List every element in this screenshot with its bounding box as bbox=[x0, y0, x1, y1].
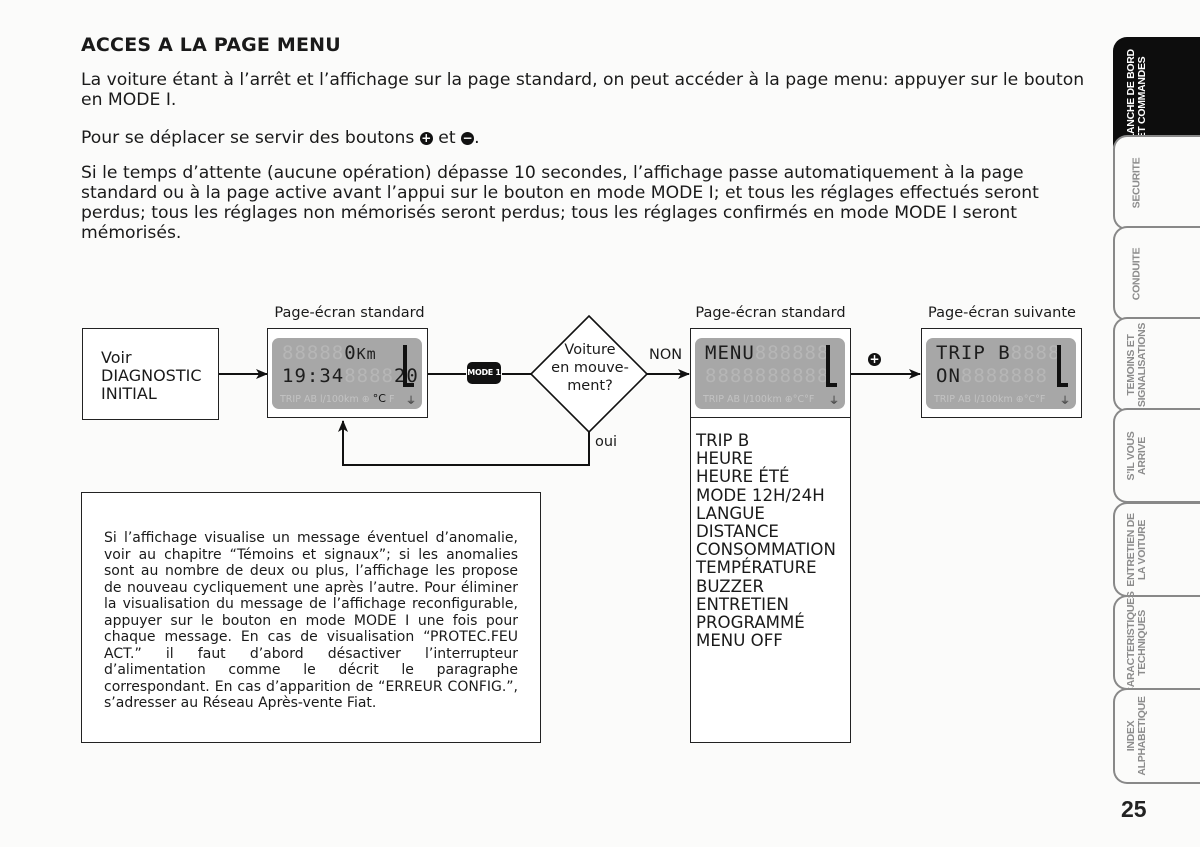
screen3-row2: ON8888888 bbox=[936, 365, 1048, 387]
decision-yes-label: oui bbox=[595, 434, 618, 450]
tab-label: SIGNALISATIONS bbox=[1136, 322, 1148, 407]
fuel-gauge-base bbox=[826, 383, 837, 387]
screen3-frame: TRIP B8888 ON8888888 TRIP AB l/100km ⊕°C… bbox=[921, 328, 1082, 418]
screen2-lcd: MENU888888 8888888888 TRIP AB l/100km ⊕°… bbox=[695, 338, 845, 409]
odometer-unit: Km bbox=[356, 345, 377, 363]
screen3-lcd: TRIP B8888 ON8888888 TRIP AB l/100km ⊕°C… bbox=[926, 338, 1076, 409]
start-box-line: Voir bbox=[101, 348, 132, 367]
menu-item: CONSOMMATION bbox=[696, 540, 836, 560]
fuel-gauge-base bbox=[1057, 383, 1068, 387]
lcd-ghost-segments: 88888 bbox=[282, 342, 345, 364]
lcd-ghost-segments: 8888 bbox=[1010, 342, 1061, 364]
trip-text: TRIP B bbox=[936, 342, 1011, 364]
tab-conduite[interactable]: CONDUITE bbox=[1113, 226, 1200, 321]
fuel-gauge-bar bbox=[403, 345, 407, 387]
lcd-ghost-segments: 888888 bbox=[754, 342, 830, 364]
screen1-row2: 19:34888820 bbox=[282, 365, 419, 387]
lcd-footer-ghost: TRIP AB l/100km ⊕ bbox=[280, 394, 370, 405]
menu-item: ENTRETIEN bbox=[696, 594, 789, 614]
menu-item: MODE 12H/24H bbox=[696, 485, 825, 505]
tab-label: ARRIVE bbox=[1136, 436, 1148, 475]
screen2-footer: TRIP AB l/100km ⊕°C°F bbox=[703, 394, 815, 405]
tab-label: CONDUITE bbox=[1130, 247, 1143, 300]
screen2-row2: 8888888888 bbox=[705, 365, 830, 387]
coolant-temp-icon: ⏚ bbox=[406, 396, 416, 407]
screen1-frame: 888880Km 19:34888820 TRIP AB l/100km ⊕ °… bbox=[267, 328, 428, 418]
tab-label: ALPHABETIQUE bbox=[1136, 696, 1148, 776]
screen2-row1: MENU888888 bbox=[705, 342, 829, 364]
menu-item: HEURE bbox=[696, 449, 754, 469]
arrow-decision-yes-loop bbox=[338, 420, 590, 466]
lcd-footer-ghost: F bbox=[388, 394, 395, 405]
screen1-footer: TRIP AB l/100km ⊕ °C F bbox=[280, 392, 394, 405]
start-box-diagnostic: Voir DIAGNOSTIC INITIAL bbox=[82, 328, 219, 420]
mode-1-button-icon: MODE 1 bbox=[467, 362, 501, 384]
menu-item: TRIP B bbox=[696, 431, 750, 450]
coolant-temp-icon: ⏚ bbox=[829, 396, 839, 407]
screen1-row1: 888880Km bbox=[282, 342, 377, 364]
fuel-gauge-base bbox=[403, 383, 414, 387]
menu-item: TEMPÉRATURE bbox=[696, 558, 817, 578]
screen2-caption: Page-écran standard bbox=[695, 305, 846, 321]
menu-item: BUZZER bbox=[696, 576, 764, 596]
screen3-caption: Page-écran suivante bbox=[928, 305, 1076, 321]
tab-temoins[interactable]: TEMOINS ET SIGNALISATIONS bbox=[1113, 317, 1200, 412]
screen3-footer: TRIP AB l/100km ⊕°C°F bbox=[934, 394, 1046, 405]
odometer-value: 0 bbox=[344, 342, 357, 364]
tab-sil-vous-arrive[interactable]: S’IL VOUS ARRIVE bbox=[1113, 408, 1200, 503]
menu-item: PROGRAMMÉ bbox=[696, 613, 805, 633]
menu-item: MENU OFF bbox=[696, 631, 783, 651]
page-number: 25 bbox=[1121, 796, 1147, 822]
coolant-temp-icon: ⏚ bbox=[1060, 396, 1070, 407]
fuel-gauge-bar bbox=[1057, 345, 1061, 387]
menu-item: DISTANCE bbox=[696, 522, 779, 542]
menu-text: MENU bbox=[705, 342, 755, 364]
tab-caracteristiques[interactable]: CARACTERISTIQUES TECHNIQUES bbox=[1113, 591, 1200, 694]
note-text: Si l’affichage visualise un message éven… bbox=[104, 530, 518, 711]
screen2-frame: MENU888888 8888888888 TRIP AB l/100km ⊕°… bbox=[690, 328, 851, 418]
fuel-gauge-bar bbox=[826, 345, 830, 387]
plus-button-icon: + bbox=[868, 352, 881, 366]
tab-index[interactable]: INDEX ALPHABETIQUE bbox=[1113, 688, 1200, 784]
decision-text: Voiture en mouve- ment? bbox=[540, 341, 640, 395]
screen3-row1: TRIP B8888 bbox=[936, 342, 1060, 364]
tab-securite[interactable]: SECURITE bbox=[1113, 135, 1200, 230]
screen1-caption: Page-écran standard bbox=[274, 305, 425, 321]
decision-line: ment? bbox=[567, 378, 613, 394]
temperature-unit: °C bbox=[372, 392, 386, 405]
tab-label: LA VOITURE bbox=[1136, 519, 1148, 580]
trip-status: ON bbox=[936, 365, 961, 387]
decision-line: Voiture bbox=[564, 342, 616, 358]
decision-no-label: NON bbox=[649, 347, 683, 363]
clock-value: 19:34 bbox=[282, 365, 345, 387]
tab-entretien[interactable]: ENTRETIEN DE LA VOITURE bbox=[1113, 502, 1200, 597]
tab-label: TECHNIQUES bbox=[1136, 609, 1148, 676]
start-box-line: INITIAL bbox=[101, 384, 157, 403]
tab-label: ET COMMANDES bbox=[1136, 56, 1148, 139]
lcd-ghost-segments: 8888888 bbox=[960, 365, 1048, 387]
decision-line: en mouve- bbox=[551, 360, 629, 376]
menu-item: HEURE ÉTÉ bbox=[696, 467, 790, 487]
start-box-line: DIAGNOSTIC bbox=[101, 366, 202, 385]
tab-label: SECURITE bbox=[1130, 157, 1143, 208]
lcd-ghost-segments: 8888 bbox=[344, 365, 394, 387]
menu-items-list: TRIP B HEURE HEURE ÉTÉ MODE 12H/24H LANG… bbox=[696, 431, 836, 651]
screen1-lcd: 888880Km 19:34888820 TRIP AB l/100km ⊕ °… bbox=[272, 338, 422, 409]
menu-item: LANGUE bbox=[696, 503, 765, 523]
